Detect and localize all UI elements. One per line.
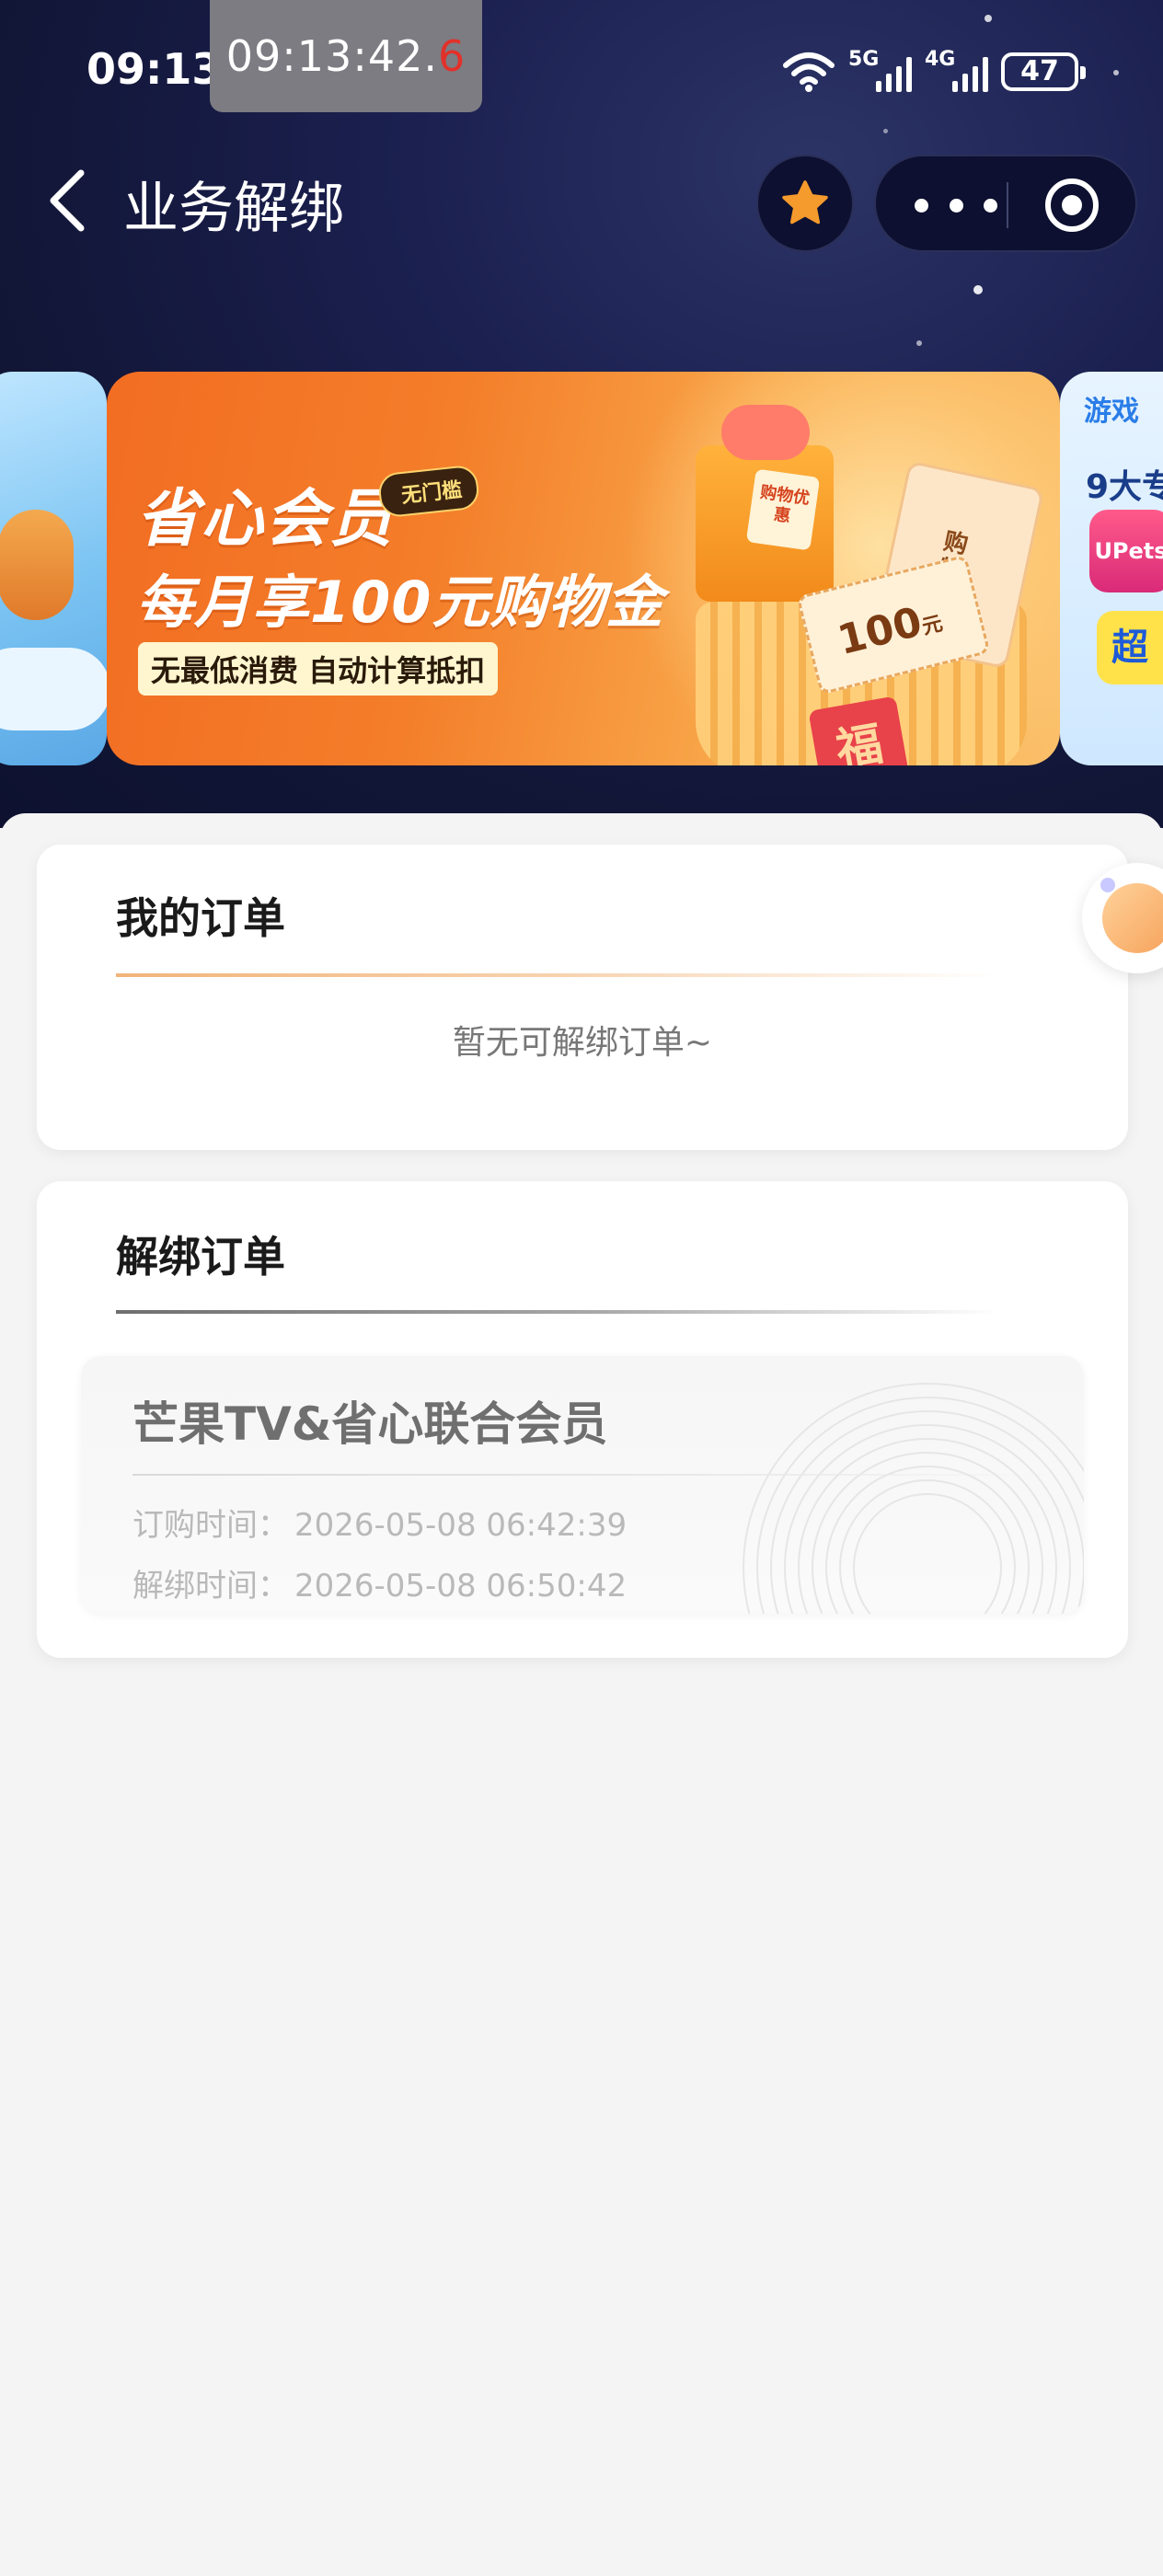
assistant-dot bbox=[1100, 878, 1115, 892]
order-product-name: 芒果TV&省心联合会员 bbox=[132, 1397, 608, 1451]
status-bar-indicators: 5G 4G 47 bbox=[782, 48, 1086, 96]
banner-slide-current[interactable]: 购物优惠 购物金 100元 福 省心会员 无门槛 每月享100元购物金 无最低消… bbox=[107, 372, 1060, 765]
capsule-divider bbox=[1007, 182, 1008, 228]
my-orders-card: 我的订单 暂无可解绑订单~ bbox=[37, 845, 1128, 1150]
banner-next-brand: 游戏 bbox=[1084, 396, 1139, 428]
ring-pattern-decoration bbox=[743, 1383, 1084, 1614]
assistant-icon bbox=[1102, 883, 1163, 953]
signal-4g-label: 4G bbox=[925, 48, 956, 71]
banner-slide-prev[interactable] bbox=[0, 372, 107, 765]
subscribe-time-value: 2026-05-08 06:42:39 bbox=[294, 1507, 628, 1544]
gift-box-image: 购物优惠 bbox=[696, 405, 834, 602]
signal-5g-label: 5G bbox=[848, 48, 880, 71]
more-dots-icon[interactable] bbox=[915, 184, 997, 226]
favorite-button[interactable] bbox=[756, 155, 854, 252]
signal-4g-icon: 4G bbox=[925, 48, 988, 92]
star-decoration bbox=[973, 285, 983, 294]
star-decoration bbox=[883, 129, 888, 133]
mini-program-capsule bbox=[874, 155, 1137, 252]
banner-slide-next[interactable]: 游戏 9大专 UPets 超 bbox=[1060, 372, 1163, 765]
unbind-orders-title-underline bbox=[116, 1310, 999, 1314]
banner-next-super: 超 bbox=[1097, 611, 1163, 684]
banner-next-headline: 9大专 bbox=[1086, 468, 1163, 506]
banner-title: 省心会员 bbox=[136, 483, 395, 556]
signal-5g-icon: 5G bbox=[848, 48, 912, 92]
star-decoration bbox=[985, 15, 992, 22]
unbind-time-label: 解绑时间： bbox=[132, 1568, 289, 1604]
battery-icon: 47 bbox=[1001, 52, 1086, 91]
star-icon bbox=[782, 180, 828, 224]
order-unbind-row: 解绑时间： 2026-05-08 06:50:42 bbox=[132, 1560, 627, 1605]
coupon-unit: 元 bbox=[919, 612, 946, 640]
star-decoration bbox=[916, 340, 922, 346]
star-decoration bbox=[1113, 70, 1119, 75]
cartoon-cat-image bbox=[0, 510, 74, 620]
clock-overlay: 09:13:42.6 bbox=[210, 0, 482, 112]
unbind-orders-card: 解绑订单 芒果TV&省心联合会员 订购时间： 2026-05-08 06:42:3… bbox=[37, 1181, 1128, 1658]
banner-subtitle: 每月享100元购物金 bbox=[136, 569, 664, 636]
wifi-icon bbox=[783, 52, 835, 92]
banner-note: 无最低消费 自动计算抵扣 bbox=[138, 642, 499, 696]
gift-tag: 购物优惠 bbox=[745, 468, 821, 551]
target-circle-icon[interactable] bbox=[1043, 177, 1100, 234]
gift-bow bbox=[721, 405, 810, 460]
battery-level: 47 bbox=[1020, 55, 1059, 87]
page-title: 业务解绑 bbox=[123, 177, 344, 241]
my-orders-title-underline bbox=[116, 973, 999, 977]
clock-overlay-time: 09:13:42. bbox=[225, 31, 438, 81]
my-orders-title: 我的订单 bbox=[116, 893, 285, 943]
coupon-amount: 100 bbox=[833, 598, 927, 665]
subscribe-time-label: 订购时间： bbox=[132, 1507, 289, 1544]
banner-badge: 无门槛 bbox=[376, 464, 481, 519]
upets-app-icon: UPets bbox=[1089, 510, 1163, 592]
unbind-orders-title: 解绑订单 bbox=[116, 1232, 285, 1282]
order-item[interactable]: 芒果TV&省心联合会员 订购时间： 2026-05-08 06:42:39 解绑时… bbox=[81, 1356, 1084, 1614]
clock-overlay-fraction: 6 bbox=[437, 31, 466, 81]
chevron-left-icon[interactable] bbox=[40, 166, 96, 236]
order-divider bbox=[132, 1474, 1053, 1476]
empty-state-text: 暂无可解绑订单~ bbox=[452, 1024, 713, 1062]
unbind-time-value: 2026-05-08 06:50:42 bbox=[294, 1568, 628, 1604]
cloud-decoration bbox=[0, 648, 107, 730]
status-bar-time: 09:13 bbox=[86, 44, 222, 94]
order-subscribe-row: 订购时间： 2026-05-08 06:42:39 bbox=[132, 1500, 627, 1545]
